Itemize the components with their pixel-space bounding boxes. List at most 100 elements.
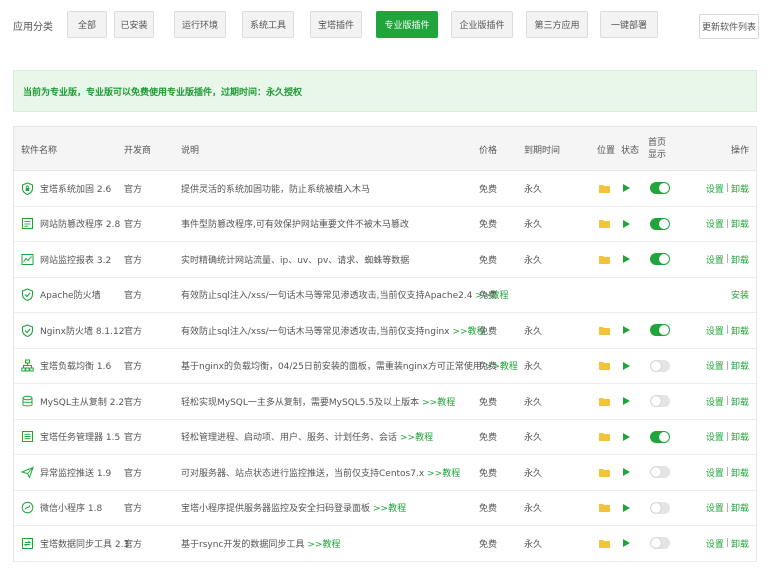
plugin-name: 宝塔数据同步工具 2.3: [40, 539, 130, 550]
settings-link[interactable]: 设置: [706, 466, 724, 479]
tab-category[interactable]: 运行环境: [174, 11, 226, 38]
tutorial-link[interactable]: >>教程: [427, 466, 460, 479]
homepage-toggle[interactable]: [650, 455, 670, 490]
plugin-price: 免费: [479, 220, 498, 231]
plugin-developer: 官方: [124, 255, 143, 266]
uninstall-link[interactable]: 卸载: [731, 537, 749, 550]
header-developer: 开发商: [124, 145, 152, 156]
category-label: 应用分类: [13, 22, 53, 33]
plugin-developer: 官方: [124, 220, 143, 231]
settings-link[interactable]: 设置: [706, 359, 724, 372]
homepage-toggle[interactable]: [650, 526, 670, 561]
tab-category[interactable]: 全部: [67, 11, 107, 38]
settings-link[interactable]: 设置: [706, 253, 724, 266]
homepage-toggle[interactable]: [650, 491, 670, 526]
plugin-name: 宝塔负载均衡 1.6: [40, 362, 112, 373]
play-icon[interactable]: [623, 491, 630, 526]
settings-link[interactable]: 设置: [706, 537, 724, 550]
homepage-toggle[interactable]: [650, 349, 670, 384]
plugin-name: Nginx防火墙 8.1.12: [40, 326, 125, 337]
folder-icon[interactable]: [599, 349, 610, 384]
tutorial-link[interactable]: >>教程: [400, 430, 433, 443]
play-icon[interactable]: [623, 420, 630, 455]
tab-category[interactable]: 一键部署: [600, 11, 658, 38]
uninstall-link[interactable]: 卸载: [731, 217, 749, 230]
folder-icon[interactable]: [599, 242, 610, 277]
uninstall-link[interactable]: 卸载: [731, 466, 749, 479]
folder-icon[interactable]: [599, 313, 610, 348]
ops-separator: |: [725, 183, 729, 194]
plugin-description-cell: 事件型防篡改程序,可有效保护网站重要文件不被木马篡改: [181, 207, 409, 242]
homepage-toggle[interactable]: [650, 313, 670, 348]
folder-icon[interactable]: [599, 207, 610, 242]
update-software-list-button[interactable]: 更新软件列表: [699, 14, 759, 39]
header-description: 说明: [181, 145, 200, 156]
uninstall-link[interactable]: 卸载: [731, 324, 749, 337]
plugin-expire: 永久: [524, 326, 543, 337]
plugin-ops: 设置 | 卸载: [706, 384, 749, 419]
install-link[interactable]: 安装: [731, 288, 749, 301]
play-icon[interactable]: [623, 526, 630, 561]
tab-category[interactable]: 第三方应用: [526, 11, 588, 38]
play-icon[interactable]: [623, 384, 630, 419]
plugin-price: 免费: [479, 433, 498, 444]
tutorial-link[interactable]: >>教程: [307, 537, 340, 550]
tab-category[interactable]: 专业版插件: [376, 11, 438, 38]
plugin-ops: 设置 | 卸载: [706, 349, 749, 384]
table-row: 宝塔负载均衡 1.6 官方 基于nginx的负载均衡，04/25日前安装的面板，需重…: [14, 349, 756, 384]
table-row: Apache防火墙 官方 有效防止sql注入/xss/一句话木马等常见渗透攻击,当前…: [14, 278, 756, 313]
uninstall-link[interactable]: 卸载: [731, 501, 749, 514]
folder-icon[interactable]: [599, 384, 610, 419]
folder-icon[interactable]: [599, 526, 610, 561]
folder-icon[interactable]: [599, 420, 610, 455]
homepage-toggle[interactable]: [650, 171, 670, 206]
plugin-description-cell: 宝塔小程序提供服务器监控及安全扫码登录面板 >>教程: [181, 491, 406, 526]
table-row: 微信小程序 1.8 官方 宝塔小程序提供服务器监控及安全扫码登录面板 >>教程 免费 永久…: [14, 491, 756, 526]
table-row: Nginx防火墙 8.1.12 官方 有效防止sql注入/xss/一句话木马等常见渗…: [14, 313, 756, 349]
plugin-price: 免费: [479, 291, 498, 302]
play-icon[interactable]: [623, 455, 630, 490]
play-icon[interactable]: [623, 242, 630, 277]
settings-link[interactable]: 设置: [706, 395, 724, 408]
homepage-toggle[interactable]: [650, 242, 670, 277]
homepage-toggle[interactable]: [650, 384, 670, 419]
settings-link[interactable]: 设置: [706, 217, 724, 230]
play-icon[interactable]: [623, 349, 630, 384]
plugin-name-cell: 宝塔任务管理器 1.5: [21, 420, 120, 455]
homepage-toggle[interactable]: [650, 420, 670, 455]
plugin-developer: 官方: [124, 504, 143, 515]
table-row: 网站监控报表 3.2 官方 实时精确统计网站流量、ip、uv、pv、请求、蜘蛛等数据…: [14, 242, 756, 278]
plugin-ops: 设置 | 卸载: [706, 491, 749, 526]
tab-category[interactable]: 宝塔插件: [310, 11, 362, 38]
tab-category[interactable]: 系统工具: [242, 11, 294, 38]
plugin-description-cell: 基于rsync开发的数据同步工具 >>教程: [181, 526, 340, 561]
homepage-toggle[interactable]: [650, 207, 670, 242]
tutorial-link[interactable]: >>教程: [422, 395, 455, 408]
folder-icon[interactable]: [599, 171, 610, 206]
play-icon[interactable]: [623, 207, 630, 242]
tab-category[interactable]: 已安装: [114, 11, 154, 38]
tutorial-link[interactable]: >>教程: [373, 501, 406, 514]
ops-separator: |: [725, 467, 729, 478]
settings-link[interactable]: 设置: [706, 182, 724, 195]
folder-icon[interactable]: [599, 491, 610, 526]
uninstall-link[interactable]: 卸载: [731, 359, 749, 372]
tab-category[interactable]: 企业版插件: [451, 11, 513, 38]
header-name: 软件名称: [21, 145, 58, 156]
play-icon[interactable]: [623, 171, 630, 206]
folder-icon[interactable]: [599, 455, 610, 490]
uninstall-link[interactable]: 卸载: [731, 253, 749, 266]
header-homepage: 首页显示: [648, 138, 667, 160]
play-icon[interactable]: [623, 313, 630, 348]
settings-link[interactable]: 设置: [706, 430, 724, 443]
plugin-price: 免费: [479, 362, 498, 373]
uninstall-link[interactable]: 卸载: [731, 430, 749, 443]
plugin-description: 提供灵活的系统加固功能，防止系统被植入木马: [181, 184, 371, 195]
plugin-expire: 永久: [524, 504, 543, 515]
settings-link[interactable]: 设置: [706, 501, 724, 514]
settings-link[interactable]: 设置: [706, 324, 724, 337]
uninstall-link[interactable]: 卸载: [731, 182, 749, 195]
uninstall-link[interactable]: 卸载: [731, 395, 749, 408]
plugin-expire: 永久: [524, 255, 543, 266]
plugin-price: 免费: [479, 397, 498, 408]
